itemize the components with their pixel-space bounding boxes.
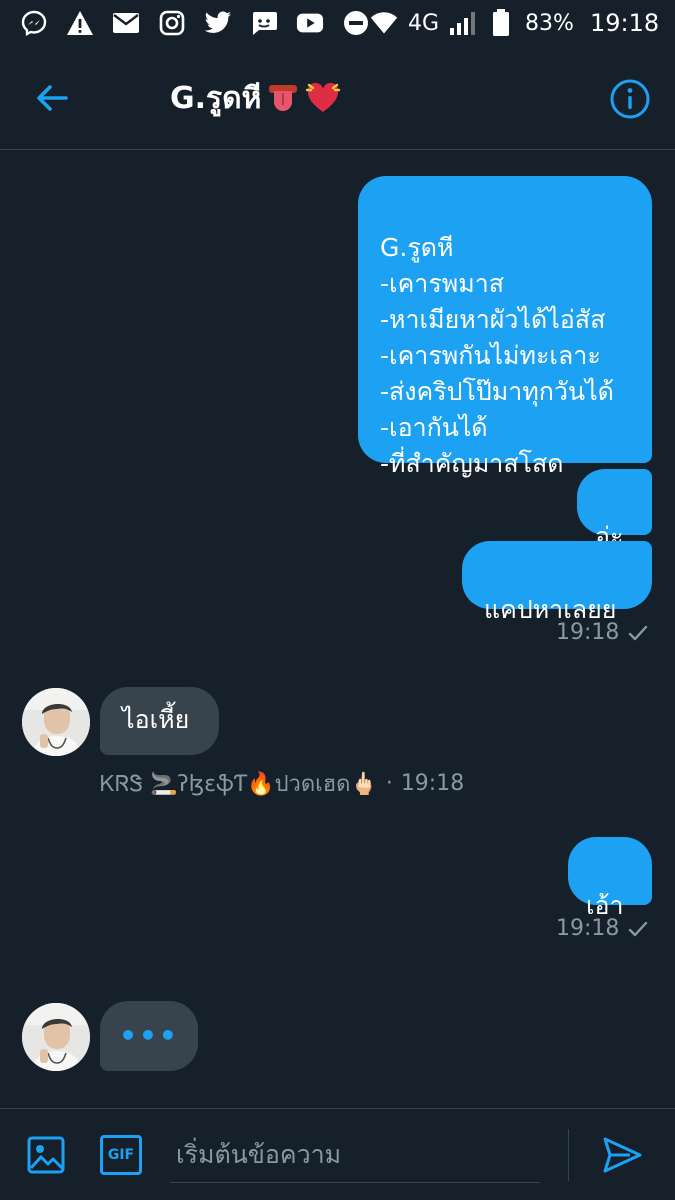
conversation-title-text: G.รูดหี bbox=[170, 80, 262, 116]
messenger-icon bbox=[20, 9, 48, 37]
message-text: G.รูดหี -เคารพมาส -หาเมียหาผัวได้ไอ่สัส … bbox=[380, 233, 614, 478]
conversation-title: G.รูดหี bbox=[170, 76, 341, 120]
add-photo-button[interactable] bbox=[26, 1135, 66, 1175]
message-composer: GIF bbox=[0, 1108, 675, 1200]
warning-icon bbox=[66, 9, 94, 37]
message-time: 19:18 bbox=[400, 771, 465, 796]
mail-icon bbox=[112, 9, 140, 37]
signal-icon bbox=[449, 9, 477, 37]
sender-name[interactable]: ᏦᏒᏕ 🚬ʔɮɛֆƬ🔥ปวดเฮด🖕🏻 bbox=[100, 766, 378, 801]
message-input[interactable] bbox=[170, 1127, 540, 1183]
wifi-icon bbox=[370, 9, 398, 37]
sent-message-bubble[interactable]: เอ้า bbox=[568, 837, 652, 920]
beating-heart-emoji-icon bbox=[306, 82, 341, 112]
back-button[interactable] bbox=[32, 78, 72, 118]
sent-message-bubble[interactable]: G.รูดหี -เคารพมาส -หาเมียหาผัวได้ไอ่สัส … bbox=[358, 176, 652, 478]
gif-label: GIF bbox=[107, 1147, 135, 1163]
add-gif-button[interactable]: GIF bbox=[100, 1135, 142, 1175]
back-arrow-icon bbox=[37, 85, 68, 111]
checkmark-icon bbox=[629, 921, 648, 936]
profile-photo bbox=[22, 688, 90, 756]
message-meta: 19:18 bbox=[556, 620, 649, 645]
chat-bubble-icon bbox=[250, 9, 278, 37]
typing-indicator: ••• bbox=[100, 1001, 198, 1071]
sent-message-bubble[interactable]: อ่ะ bbox=[577, 469, 652, 551]
message-meta: 19:18 bbox=[556, 916, 649, 941]
send-button[interactable] bbox=[602, 1135, 642, 1175]
youtube-icon bbox=[296, 9, 324, 37]
avatar[interactable] bbox=[22, 688, 90, 756]
instagram-icon bbox=[158, 9, 186, 37]
message-meta: ᏦᏒᏕ 🚬ʔɮɛֆƬ🔥ปวดเฮด🖕🏻 · 19:18 bbox=[100, 766, 464, 801]
status-system-icons: 4G 83% 19:18 bbox=[370, 9, 659, 37]
clock: 19:18 bbox=[589, 9, 660, 37]
typing-dots: ••• bbox=[119, 1019, 179, 1052]
sent-message-bubble[interactable]: แคปหาเลยย bbox=[462, 541, 652, 624]
avatar[interactable] bbox=[22, 1003, 90, 1071]
composer-divider bbox=[568, 1129, 569, 1181]
meta-separator: · bbox=[385, 771, 393, 796]
checkmark-icon bbox=[629, 625, 648, 640]
conversation-info-button[interactable] bbox=[609, 78, 651, 120]
network-type: 4G bbox=[408, 10, 440, 36]
conversation-header: G.รูดหี bbox=[0, 46, 675, 150]
profile-photo bbox=[22, 1003, 90, 1071]
battery-icon bbox=[487, 9, 515, 37]
status-bar: 4G 83% 19:18 bbox=[0, 0, 675, 46]
gif-icon: GIF bbox=[100, 1135, 142, 1175]
do-not-disturb-icon bbox=[342, 9, 370, 37]
info-icon bbox=[610, 79, 650, 119]
image-icon bbox=[27, 1136, 65, 1174]
message-time: 19:18 bbox=[556, 620, 620, 645]
send-icon bbox=[603, 1137, 642, 1173]
message-text: ไอเหี้ย bbox=[122, 705, 190, 734]
battery-percentage: 83% bbox=[525, 10, 574, 36]
received-message-bubble[interactable]: ไอเหี้ย bbox=[100, 687, 219, 755]
tongue-emoji-icon bbox=[269, 85, 298, 111]
twitter-bird-icon bbox=[204, 9, 232, 37]
status-notification-icons bbox=[20, 9, 370, 37]
message-time: 19:18 bbox=[556, 916, 620, 941]
